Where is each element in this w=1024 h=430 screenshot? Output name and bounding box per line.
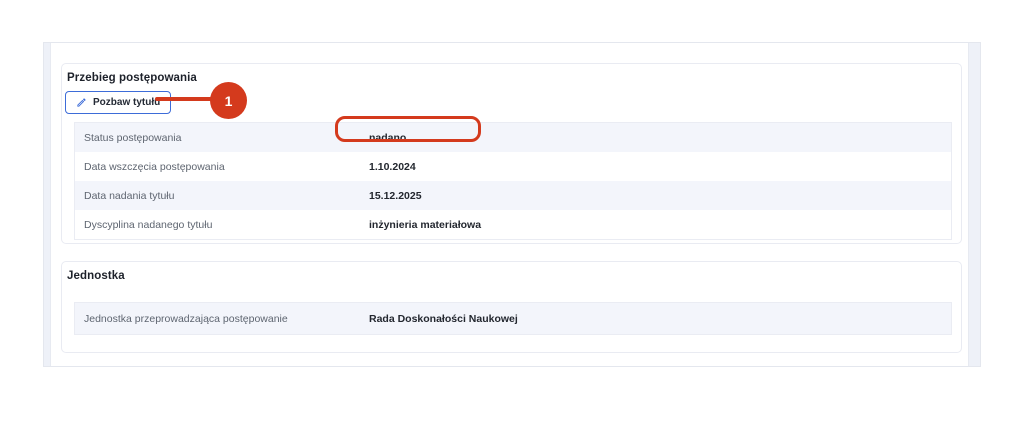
pencil-icon (76, 97, 87, 108)
row-label: Data wszczęcia postępowania (84, 161, 225, 173)
section-title-unit: Jednostka (67, 270, 125, 282)
annotation-step-badge: 1 (210, 82, 247, 119)
row-value: 1.10.2024 (369, 161, 416, 173)
annotation-highlight-box (335, 116, 481, 142)
table-row-grant-date: Data nadania tytułu 15.12.2025 (75, 181, 951, 210)
row-value: 15.12.2025 (369, 190, 422, 202)
row-label: Status postępowania (84, 132, 181, 144)
section-title-proceedings: Przebieg postępowania (67, 72, 197, 84)
panel-scrollbar-gutter (968, 43, 980, 366)
row-label: Jednostka przeprowadzająca postępowanie (84, 313, 288, 325)
row-label: Data nadania tytułu (84, 190, 174, 202)
row-value: Rada Doskonałości Naukowej (369, 313, 518, 325)
section-proceedings: Przebieg postępowania Pozbaw tytułu Stat… (61, 63, 962, 244)
table-row-unit: Jednostka przeprowadzająca postępowanie … (75, 303, 951, 334)
row-label: Dyscyplina nadanego tytułu (84, 219, 212, 231)
unit-table: Jednostka przeprowadzająca postępowanie … (74, 302, 952, 335)
annotation-connector-line (155, 97, 212, 101)
proceedings-table: Status postępowania nadano Data wszczęci… (74, 122, 952, 240)
details-panel: Przebieg postępowania Pozbaw tytułu Stat… (43, 42, 981, 367)
table-row-start-date: Data wszczęcia postępowania 1.10.2024 (75, 152, 951, 181)
page: Przebieg postępowania Pozbaw tytułu Stat… (0, 0, 1024, 430)
deprive-title-button-label: Pozbaw tytułu (93, 97, 160, 108)
section-unit: Jednostka Jednostka przeprowadzająca pos… (61, 261, 962, 353)
panel-left-gutter (44, 43, 51, 366)
table-row-status: Status postępowania nadano (75, 123, 951, 152)
table-row-discipline: Dyscyplina nadanego tytułu inżynieria ma… (75, 210, 951, 239)
row-value: inżynieria materiałowa (369, 219, 481, 231)
deprive-title-button[interactable]: Pozbaw tytułu (65, 91, 171, 114)
